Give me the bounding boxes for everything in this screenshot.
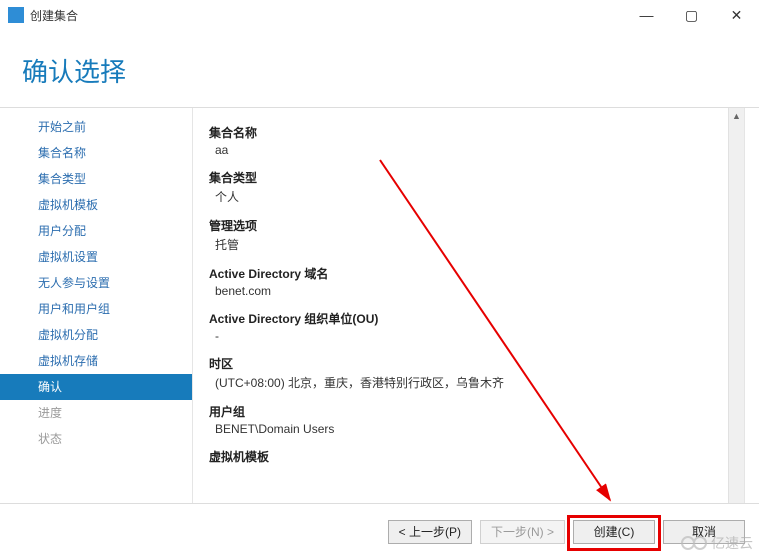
summary-label: 用户组 [209,403,740,420]
app-icon [8,7,24,23]
title-bar: 创建集合 — ▢ ✕ [0,0,759,30]
nav-item-6[interactable]: 无人参与设置 [0,270,192,296]
summary-value [209,465,740,467]
nav-item-9[interactable]: 虚拟机存储 [0,348,192,374]
summary-value: 托管 [209,234,740,253]
summary-value: BENET\Domain Users [209,420,740,436]
nav-item-1[interactable]: 集合名称 [0,140,192,166]
nav-item-5[interactable]: 虚拟机设置 [0,244,192,270]
nav-item-2[interactable]: 集合类型 [0,166,192,192]
summary-label: Active Directory 域名 [209,265,740,282]
summary-value: aa [209,141,740,157]
summary-value: (UTC+08:00) 北京，重庆，香港特别行政区，乌鲁木齐 [209,372,740,391]
summary-value: 个人 [209,186,740,205]
summary-label: 虚拟机模板 [209,448,740,465]
summary-label: Active Directory 组织单位(OU) [209,310,740,327]
maximize-button[interactable]: ▢ [669,0,714,30]
cancel-button[interactable]: 取消 [663,520,745,544]
nav-item-10[interactable]: 确认 [0,374,192,400]
minimize-button[interactable]: — [624,0,669,30]
next-button: 下一步(N) > [480,520,565,544]
nav-item-12: 状态 [0,426,192,452]
summary-label: 集合名称 [209,124,740,141]
summary-panel: 集合名称aa 集合类型个人管理选项托管 Active Directory 域名ben… [192,108,745,525]
scroll-up-icon[interactable]: ▲ [729,108,744,124]
page-title: 确认选择 [0,30,759,107]
summary-label: 时区 [209,355,740,372]
summary-value: - [209,327,740,343]
scrollbar[interactable]: ▲ ▼ [728,108,744,525]
nav-item-4[interactable]: 用户分配 [0,218,192,244]
wizard-nav: 开始之前集合名称集合类型虚拟机模板用户分配虚拟机设置无人参与设置用户和用户组虚拟… [0,108,192,525]
previous-button[interactable]: < 上一步(P) [388,520,472,544]
nav-item-0[interactable]: 开始之前 [0,114,192,140]
wizard-footer: < 上一步(P) 下一步(N) > 创建(C) 取消 [0,503,759,559]
window-title: 创建集合 [30,7,78,24]
close-button[interactable]: ✕ [714,0,759,30]
create-button[interactable]: 创建(C) [573,520,655,544]
summary-label: 集合类型 [209,169,740,186]
summary-label: 管理选项 [209,217,740,234]
nav-item-7[interactable]: 用户和用户组 [0,296,192,322]
summary-value: benet.com [209,282,740,298]
nav-item-3[interactable]: 虚拟机模板 [0,192,192,218]
nav-item-8[interactable]: 虚拟机分配 [0,322,192,348]
wizard-body: 开始之前集合名称集合类型虚拟机模板用户分配虚拟机设置无人参与设置用户和用户组虚拟… [0,107,759,525]
nav-item-11: 进度 [0,400,192,426]
